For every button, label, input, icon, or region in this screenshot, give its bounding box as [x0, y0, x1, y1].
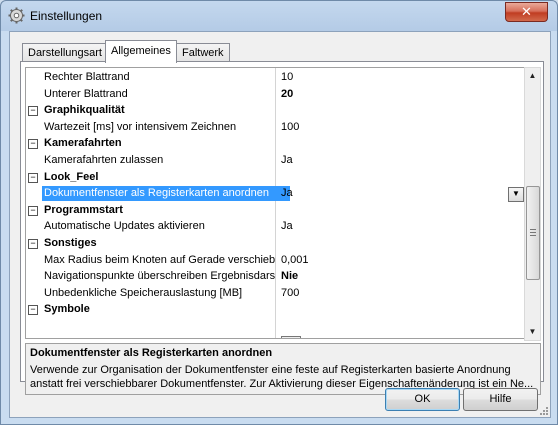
- property-row[interactable]: Max Radius beim Knoten auf Gerade versch…: [26, 253, 525, 269]
- tab-label: Darstellungsart: [28, 47, 102, 59]
- property-row[interactable]: Unterer Blattrand 20: [26, 87, 525, 103]
- property-name: Dokumentfenster als Registerkarten anord…: [42, 186, 290, 202]
- property-value[interactable]: 700: [281, 287, 299, 299]
- property-row[interactable]: Automatische Updates aktivieren Ja: [26, 219, 525, 235]
- grip-line: [530, 232, 536, 233]
- property-value[interactable]: Ja: [281, 154, 293, 166]
- property-grid[interactable]: Rechter Blattrand 10 Unterer Blattrand 20− G…: [25, 67, 526, 339]
- description-text: Verwende zur Organisation der Dokumentfe…: [30, 364, 534, 390]
- tab-darstellungsart[interactable]: Darstellungsart: [22, 43, 108, 62]
- description-panel: Dokumentfenster als Registerkarten anord…: [25, 343, 541, 395]
- property-name: Navigationspunkte überschreiben Ergebnis…: [44, 270, 276, 283]
- property-name: Wartezeit [ms] vor intensivem Zeichnen: [44, 120, 237, 133]
- property-row[interactable]: Wartezeit [ms] vor intensivem Zeichnen 10…: [26, 120, 525, 136]
- property-row[interactable]: Rechter Blattrand 10: [26, 70, 525, 86]
- collapse-icon[interactable]: −: [28, 172, 38, 183]
- property-name: Rechter Blattrand: [44, 71, 130, 83]
- category-name: Sonstiges: [44, 237, 97, 249]
- tab-faltwerk[interactable]: Faltwerk: [176, 43, 230, 62]
- category-name: Programmstart: [44, 203, 123, 216]
- category-row[interactable]: − Kamerafahrten: [26, 136, 525, 152]
- property-name: Automatische Updates aktivieren: [44, 220, 205, 233]
- collapse-icon[interactable]: −: [28, 139, 38, 150]
- category-row[interactable]: − Look_Feel: [26, 170, 525, 186]
- collapse-icon[interactable]: −: [28, 106, 38, 117]
- property-name: Kamerafahrten zulassen: [44, 154, 164, 166]
- scroll-up-icon[interactable]: ▲: [525, 68, 540, 83]
- tab-allgemeines[interactable]: Allgemeines: [105, 40, 177, 63]
- category-row[interactable]: − Graphikqualität: [26, 103, 525, 119]
- title-bar[interactable]: Einstellungen ✕: [1, 1, 557, 31]
- grip-line: [530, 229, 536, 230]
- property-row[interactable]: Navigationspunkte überschreiben Ergebnis…: [26, 269, 525, 285]
- property-value[interactable]: 100: [281, 121, 299, 133]
- property-value[interactable]: 0,001: [281, 254, 309, 266]
- scroll-down-icon[interactable]: ▼: [525, 324, 540, 339]
- category-name: Symbole: [44, 303, 90, 316]
- resize-grip-icon[interactable]: [539, 406, 549, 416]
- window-title: Einstellungen: [30, 9, 103, 23]
- property-value[interactable]: Ja: [281, 187, 293, 199]
- property-name: Unbedenkliche Speicherauslastung [MB]: [44, 286, 243, 299]
- property-value[interactable]: 10: [281, 71, 293, 83]
- property-row[interactable]: Unbedenkliche Speicherauslastung [MB] 700: [26, 286, 525, 302]
- property-value[interactable]: 20: [281, 88, 293, 100]
- close-icon: ✕: [521, 4, 532, 19]
- category-name: Graphikqualität: [44, 104, 125, 117]
- property-value[interactable]: Nie: [281, 270, 298, 282]
- collapse-icon[interactable]: −: [28, 205, 38, 216]
- property-value[interactable]: Ja: [281, 220, 293, 232]
- tab-label: Allgemeines: [111, 45, 171, 57]
- settings-window: Einstellungen ✕ Darstellungsart Allgemei…: [0, 0, 558, 425]
- collapse-icon[interactable]: −: [28, 239, 38, 249]
- dropdown-arrow-icon[interactable]: ▼: [508, 187, 524, 203]
- tab-label: Faltwerk: [182, 47, 224, 59]
- property-name: Max Radius beim Knoten auf Gerade versch…: [44, 253, 276, 266]
- gear-icon: [8, 7, 25, 24]
- ok-button[interactable]: OK: [385, 388, 460, 411]
- category-name: Look_Feel: [44, 170, 99, 183]
- category-row[interactable]: − Programmstart: [26, 203, 525, 219]
- tab-panel-allgemeines: Rechter Blattrand 10 Unterer Blattrand 20− G…: [20, 61, 544, 395]
- grip-line: [530, 235, 536, 236]
- property-row[interactable]: Kamerafahrten zulassen Ja: [26, 153, 525, 169]
- dialog-client: Darstellungsart Allgemeines Faltwerk Rec…: [9, 31, 551, 418]
- description-title: Dokumentfenster als Registerkarten anord…: [30, 347, 273, 359]
- collapse-icon[interactable]: −: [28, 305, 38, 316]
- scroll-thumb[interactable]: [526, 186, 540, 280]
- category-row[interactable]: − Sonstiges: [26, 236, 525, 252]
- property-name: Unterer Blattrand: [44, 87, 128, 100]
- category-name: Kamerafahrten: [44, 137, 122, 150]
- property-row-selected[interactable]: Dokumentfenster als Registerkarten anord…: [26, 186, 525, 203]
- close-button[interactable]: ✕: [505, 2, 548, 22]
- partial-edit-button[interactable]: [281, 336, 301, 338]
- vertical-scrollbar[interactable]: ▲ ▼: [524, 67, 541, 341]
- category-row[interactable]: − Symbole: [26, 302, 525, 318]
- help-button[interactable]: Hilfe: [463, 388, 538, 411]
